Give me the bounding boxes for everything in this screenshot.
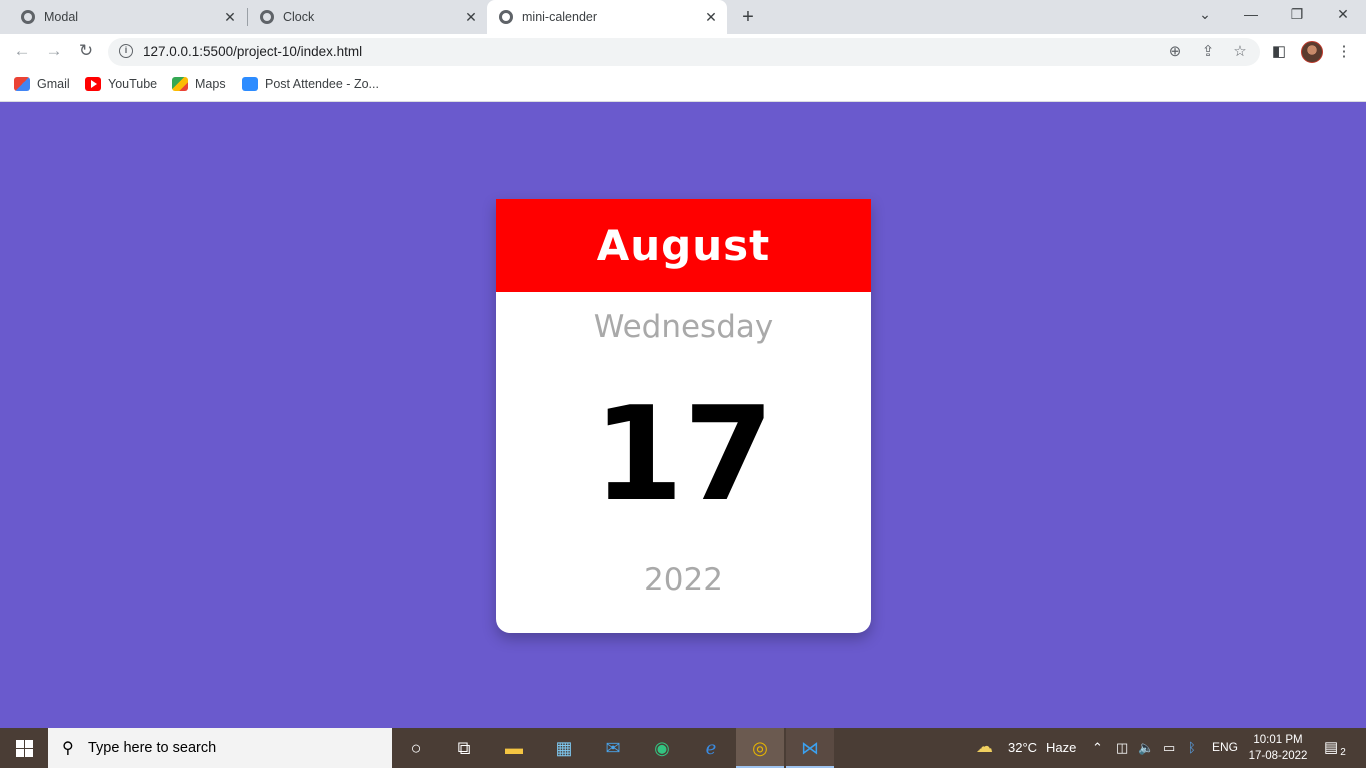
share-icon[interactable]: ⇪ — [1198, 42, 1218, 60]
mail-icon[interactable]: ✉ — [601, 736, 625, 760]
meet-now-icon[interactable]: ◫ — [1116, 740, 1128, 756]
bluetooth-icon[interactable]: ᛒ — [1188, 740, 1196, 755]
window-close-button[interactable]: ✕ — [1333, 6, 1353, 23]
bookmarks-bar: Gmail YouTube Maps Post Attendee - Zo... — [0, 70, 1366, 102]
zoom-icon[interactable]: ⊕ — [1165, 42, 1185, 60]
notification-count: 2 — [1337, 747, 1349, 758]
chrome-icon: ◎ — [752, 738, 768, 758]
bookmark-maps[interactable]: Maps — [172, 77, 226, 91]
tab-mini-calender[interactable]: mini-calender ✕ — [487, 0, 727, 34]
bookmark-label: Gmail — [37, 77, 70, 91]
menu-icon[interactable]: ⋮ — [1334, 42, 1354, 60]
internet-explorer-icon[interactable]: ℯ — [699, 736, 723, 760]
browser-toolbar: ← → ↻ i 127.0.0.1:5500/project-10/index.… — [0, 34, 1366, 70]
tab-modal[interactable]: Modal ✕ — [0, 0, 246, 34]
bookmark-zoom[interactable]: Post Attendee - Zo... — [242, 77, 379, 91]
search-icon: ⚲ — [62, 740, 74, 757]
windows-start-icon[interactable] — [16, 740, 33, 757]
chrome-taskbar-button[interactable]: ◎ — [736, 728, 784, 768]
gmail-icon — [14, 77, 30, 91]
battery-icon[interactable]: ▭ — [1163, 740, 1175, 756]
tab-title: mini-calender — [522, 10, 598, 24]
file-explorer-icon[interactable]: ▬ — [502, 736, 526, 760]
tab-title: Clock — [283, 10, 315, 24]
language-indicator[interactable]: ENG — [1212, 740, 1238, 754]
windows-taskbar: ⚲ Type here to search ○ ⧉ ▬ ▦ ✉ ◉ ℯ ◎ ⋈ … — [0, 728, 1366, 768]
vscode-taskbar-button[interactable]: ⋈ — [786, 728, 834, 768]
close-icon[interactable]: ✕ — [703, 9, 719, 26]
restore-button[interactable]: ❐ — [1287, 6, 1307, 23]
close-icon[interactable]: ✕ — [222, 9, 238, 26]
globe-icon — [21, 10, 35, 24]
bookmark-gmail[interactable]: Gmail — [14, 77, 70, 91]
zoom-icon — [242, 77, 258, 91]
cortana-icon[interactable]: ○ — [404, 736, 428, 760]
tab-divider — [247, 8, 248, 26]
bookmark-youtube[interactable]: YouTube — [85, 77, 157, 91]
youtube-icon — [85, 77, 101, 91]
address-bar[interactable]: i 127.0.0.1:5500/project-10/index.html ⊕… — [108, 38, 1260, 66]
minimize-button[interactable]: — — [1241, 6, 1261, 22]
task-view-icon[interactable]: ⧉ — [452, 736, 476, 760]
maps-icon — [172, 77, 188, 91]
globe-icon — [499, 10, 513, 24]
weather-temp[interactable]: 32°C — [1008, 740, 1037, 755]
bookmark-star-icon[interactable]: ☆ — [1230, 42, 1250, 60]
tab-strip: Modal ✕ Clock ✕ mini-calender ✕ + ⌄ — ❐ … — [0, 0, 1366, 34]
calendar-weekday: Wednesday — [593, 309, 774, 345]
weather-text[interactable]: Haze — [1046, 740, 1076, 755]
weather-icon[interactable]: ☁ — [976, 737, 993, 757]
search-placeholder: Type here to search — [88, 740, 217, 756]
calendar-month: August — [496, 199, 871, 292]
mini-calendar-card: August Wednesday 17 2022 — [496, 199, 871, 633]
notification-icon[interactable]: ▤ — [1324, 738, 1338, 756]
edge-icon[interactable]: ◉ — [650, 736, 674, 760]
new-tab-button[interactable]: + — [738, 6, 758, 29]
tray-chevron-icon[interactable]: ⌃ — [1092, 740, 1103, 756]
volume-icon[interactable]: 🔈 — [1138, 740, 1154, 756]
bookmark-label: Post Attendee - Zo... — [265, 77, 379, 91]
forward-button[interactable]: → — [43, 41, 65, 61]
tab-search-chevron-icon[interactable]: ⌄ — [1195, 6, 1215, 23]
clock-date: 17-08-2022 — [1248, 750, 1308, 762]
side-panel-icon[interactable]: ◧ — [1269, 42, 1289, 60]
reload-button[interactable]: ↻ — [75, 41, 97, 61]
calendar-year: 2022 — [644, 562, 723, 598]
url-text: 127.0.0.1:5500/project-10/index.html — [143, 44, 363, 59]
globe-icon — [260, 10, 274, 24]
close-icon[interactable]: ✕ — [463, 9, 479, 26]
microsoft-store-icon[interactable]: ▦ — [552, 736, 576, 760]
taskbar-search-box[interactable]: ⚲ Type here to search — [48, 728, 392, 768]
calendar-day: 17 — [593, 378, 774, 530]
profile-avatar[interactable] — [1301, 41, 1323, 63]
taskbar-clock[interactable]: 10:01 PM 17-08-2022 — [1246, 732, 1310, 764]
clock-time: 10:01 PM — [1253, 734, 1303, 746]
tab-clock[interactable]: Clock ✕ — [249, 0, 487, 34]
vscode-icon: ⋈ — [801, 738, 819, 758]
bookmark-label: YouTube — [108, 77, 158, 91]
site-info-icon[interactable]: i — [119, 44, 133, 58]
bookmark-label: Maps — [195, 77, 226, 91]
tab-title: Modal — [44, 10, 79, 24]
back-button[interactable]: ← — [11, 41, 33, 61]
